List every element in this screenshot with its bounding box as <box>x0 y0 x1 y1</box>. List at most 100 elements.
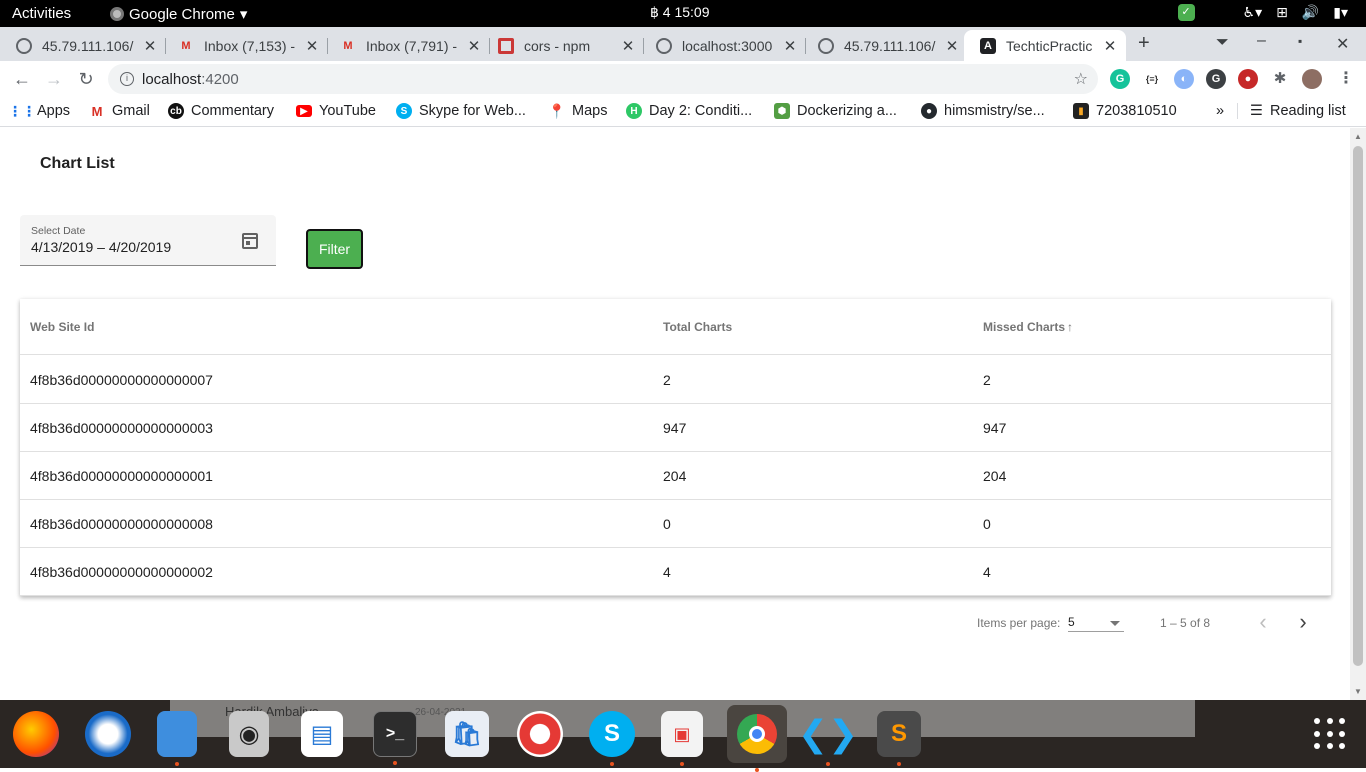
vscode-icon[interactable]: ❮❯ <box>798 711 858 766</box>
site-info-icon[interactable]: i <box>120 72 134 86</box>
grammarly-icon[interactable]: G <box>1110 69 1130 89</box>
software-center-icon[interactable]: 🛍 <box>445 711 489 757</box>
more-menu-icon[interactable]: ⋮ <box>1336 69 1356 89</box>
bookmark-star-icon[interactable]: ☆ <box>1074 69 1088 89</box>
missed-charts-cell: 2 <box>983 372 991 388</box>
close-icon[interactable]: ✕ <box>1102 37 1118 55</box>
scroll-down-icon[interactable]: ▼ <box>1350 687 1366 696</box>
close-icon[interactable]: ✕ <box>466 37 482 55</box>
browser-toolbar: ← → ↻ i localhost:4200 ☆ G {≡} ◐ G ● ✱ ⋮ <box>0 61 1366 97</box>
close-icon[interactable]: ✕ <box>304 37 320 55</box>
tab-5[interactable]: localhost:3000 ✕ <box>640 30 806 61</box>
scroll-up-icon[interactable]: ▲ <box>1350 132 1366 141</box>
chrome-dock-icon[interactable] <box>727 705 787 772</box>
skype-dock-icon[interactable]: S <box>589 711 635 766</box>
extension-icon[interactable]: ◐ <box>1174 69 1194 89</box>
files-icon[interactable] <box>157 711 197 766</box>
bookmark-maps[interactable]: 📍 Maps <box>548 103 608 120</box>
globe-icon <box>656 37 672 54</box>
close-icon[interactable]: ✕ <box>782 37 798 55</box>
network-icon[interactable]: ⊞ <box>1276 4 1288 21</box>
maximize-icon[interactable]: ▪ <box>1298 34 1302 48</box>
paginator: Items per page: 5 1 – 5 of 8 ‹ › <box>0 604 1331 644</box>
tab-strip: 45.79.111.106/ ✕ M Inbox (7,153) - ✕ M I… <box>0 27 1366 61</box>
minimize-icon[interactable]: – <box>1257 32 1266 50</box>
show-applications-icon[interactable] <box>1314 718 1346 750</box>
date-range-field[interactable]: Select Date 4/13/2019 – 4/20/2019 <box>20 215 276 266</box>
bookmark-apps[interactable]: ⋮⋮ Apps <box>8 103 70 120</box>
tab-3[interactable]: M Inbox (7,791) - ✕ <box>324 30 490 61</box>
writer-icon[interactable]: ▤ <box>301 711 343 757</box>
date-range-value[interactable]: 4/13/2019 – 4/20/2019 <box>31 239 171 255</box>
close-icon[interactable]: ✕ <box>944 37 960 55</box>
tab-7-active[interactable]: A TechticPractic ✕ <box>964 30 1126 61</box>
battery-icon[interactable]: ▮▾ <box>1333 4 1348 21</box>
window-close-icon[interactable]: ✕ <box>1336 34 1349 54</box>
json-viewer-icon[interactable]: {≡} <box>1142 69 1162 89</box>
youtube-icon: ▶ <box>296 105 312 117</box>
url-port: :4200 <box>201 70 239 88</box>
bookmark-dockerizing[interactable]: ⬢ Dockerizing a... <box>774 103 897 119</box>
column-header-missed-charts[interactable]: Missed Charts <box>983 320 1065 334</box>
new-tab-icon[interactable]: + <box>1138 32 1150 55</box>
tab-search-icon[interactable]: ⏷ <box>1216 34 1229 52</box>
tab-6[interactable]: 45.79.111.106/ ✕ <box>802 30 968 61</box>
terminal-icon[interactable]: >_ <box>373 711 417 765</box>
document-viewer-icon[interactable]: ▣ <box>661 711 703 766</box>
bookmark-label: YouTube <box>319 103 376 119</box>
bookmark-phone[interactable]: ▮ 7203810510 <box>1073 103 1177 119</box>
reading-list-button[interactable]: ☰ Reading list <box>1237 103 1346 119</box>
previous-page-button[interactable]: ‹ <box>1248 608 1278 638</box>
extension-icon[interactable]: ● <box>1238 69 1258 89</box>
sort-ascending-icon[interactable]: ↑ <box>1067 320 1073 334</box>
address-bar[interactable]: i localhost:4200 ☆ <box>108 64 1098 94</box>
more-bookmarks-button[interactable]: » <box>1216 103 1224 119</box>
rhythmbox-icon[interactable]: ◉ <box>229 711 269 757</box>
page-size-select[interactable]: 5 <box>1068 610 1124 632</box>
puzzle-icon[interactable]: ✱ <box>1270 69 1290 89</box>
url-host: localhost <box>142 70 202 88</box>
bookmark-hackerrank[interactable]: H Day 2: Conditi... <box>626 103 752 119</box>
angular-icon: A <box>980 37 996 54</box>
back-icon[interactable]: ← <box>10 67 34 91</box>
clock[interactable]: ฿ 4 15:09 <box>650 4 710 21</box>
total-charts-cell: 2 <box>663 372 671 388</box>
help-icon[interactable] <box>517 711 563 757</box>
tab-1[interactable]: 45.79.111.106/ ✕ <box>0 30 166 61</box>
tab-2[interactable]: M Inbox (7,153) - ✕ <box>162 30 328 61</box>
web-site-id-cell: 4f8b36d00000000000000008 <box>30 516 213 532</box>
extension-icon[interactable]: G <box>1206 69 1226 89</box>
close-icon[interactable]: ✕ <box>142 37 158 55</box>
app-name: Google Chrome <box>129 5 235 23</box>
tab-4[interactable]: cors - npm ✕ <box>482 30 644 61</box>
bookmark-youtube[interactable]: ▶ YouTube <box>296 103 376 119</box>
column-header-web-site-id[interactable]: Web Site Id <box>30 320 94 334</box>
avatar[interactable] <box>1302 69 1322 89</box>
activities-button[interactable]: Activities <box>12 5 71 22</box>
bookmark-gmail[interactable]: M Gmail <box>89 103 150 119</box>
bookmark-github[interactable]: ● himsmistry/se... <box>921 103 1045 119</box>
web-site-id-cell: 4f8b36d00000000000000001 <box>30 468 213 484</box>
accessibility-icon[interactable]: ♿▾ <box>1243 4 1263 21</box>
calendar-icon[interactable] <box>242 233 258 249</box>
bookmark-commentary[interactable]: cb Commentary <box>168 103 274 119</box>
thunderbird-icon[interactable] <box>85 711 131 757</box>
next-page-button[interactable]: › <box>1288 608 1318 638</box>
bookmark-label: Maps <box>572 103 608 119</box>
reload-icon[interactable]: ↻ <box>74 67 98 91</box>
firefox-icon[interactable] <box>13 711 59 757</box>
close-icon[interactable]: ✕ <box>620 37 636 55</box>
system-tray[interactable]: ✓ ♿▾ ⊞ 🔊 ▮▾ <box>1177 4 1348 21</box>
bookmark-label: 7203810510 <box>1096 103 1177 119</box>
bookmark-skype[interactable]: S Skype for Web... <box>396 103 526 119</box>
app-menu[interactable]: Google Chrome ▾ <box>110 5 247 23</box>
scrollbar-thumb[interactable] <box>1353 146 1363 666</box>
sublime-text-icon[interactable]: S <box>877 711 921 766</box>
volume-icon[interactable]: 🔊 <box>1302 4 1319 21</box>
filter-button[interactable]: Filter <box>306 229 363 269</box>
missed-charts-cell: 204 <box>983 468 1007 484</box>
vertical-scrollbar[interactable]: ▲ ▼ <box>1350 128 1366 700</box>
forward-icon[interactable]: → <box>42 67 66 91</box>
security-shield-icon[interactable]: ✓ <box>1177 4 1195 21</box>
column-header-total-charts[interactable]: Total Charts <box>663 320 732 334</box>
